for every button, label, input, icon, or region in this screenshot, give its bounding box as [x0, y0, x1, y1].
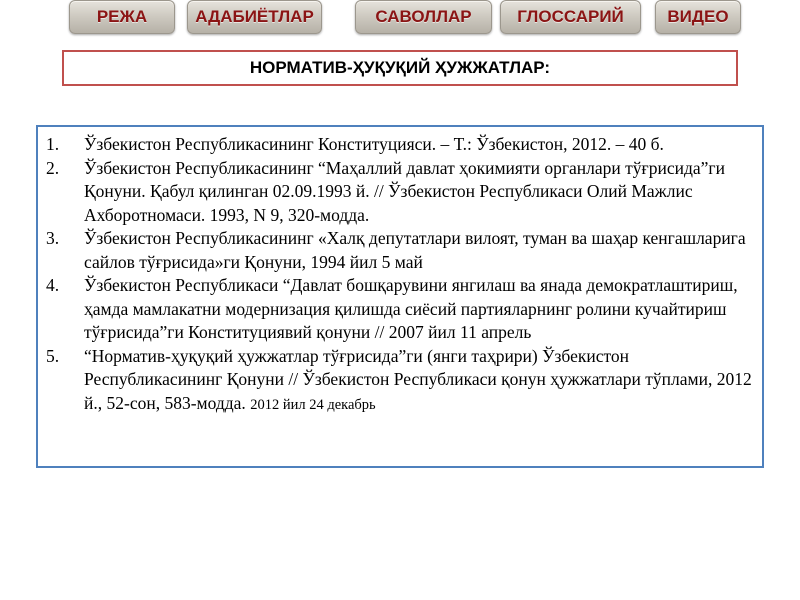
nav-button-reja[interactable]: РЕЖА	[69, 0, 175, 34]
law-list: 1. Ўзбекистон Республикасининг Конституц…	[46, 133, 754, 417]
list-item-text: Ўзбекистон Республикасининг Конституцияс…	[84, 134, 664, 154]
list-item: 2. Ўзбекистон Республикасининг “Маҳаллий…	[46, 157, 754, 228]
nav-button-adabiyotlar[interactable]: АДАБИЁТЛАР	[187, 0, 322, 34]
content-panel: 1. Ўзбекистон Республикасининг Конституц…	[36, 125, 764, 468]
nav-button-savollar[interactable]: САВОЛЛАР	[355, 0, 492, 34]
page-title: НОРМАТИВ-ҲУҚУҚИЙ ҲУЖЖАТЛАР:	[62, 50, 738, 86]
list-item-number: 2.	[46, 157, 60, 178]
nav-button-glossariy[interactable]: ГЛОССАРИЙ	[500, 0, 641, 34]
list-item-number: 3.	[46, 228, 60, 248]
list-item: 5. “Норматив-ҳуқуқий ҳужжатлар тўғрисида…	[46, 345, 754, 418]
list-item: 3. Ўзбекистон Республикасининг «Халқ деп…	[46, 227, 754, 274]
nav-button-video[interactable]: ВИДЕО	[655, 0, 741, 34]
list-item-text: “Норматив-ҳуқуқий ҳужжатлар тўғрисида”ги…	[84, 345, 752, 413]
list-item-number: 5.	[46, 345, 60, 366]
list-item: 1. Ўзбекистон Республикасининг Конституц…	[46, 133, 754, 157]
list-item-text: Ўзбекистон Республикасининг «Халқ депута…	[84, 228, 746, 272]
list-item-text: Ўзбекистон Республикаси “Давлат бошқарув…	[84, 275, 738, 342]
list-item-number: 1.	[46, 134, 60, 154]
list-item-date: 2012 йил 24 декабрь	[250, 396, 376, 413]
list-item-number: 4.	[46, 275, 60, 295]
list-item-text: Ўзбекистон Республикасининг “Маҳаллий да…	[84, 157, 725, 225]
list-item: 4. Ўзбекистон Республикаси “Давлат бошқа…	[46, 274, 754, 345]
